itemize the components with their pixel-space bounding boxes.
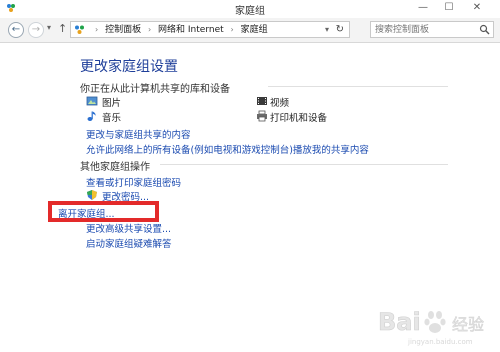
shared-item-music: 音乐 [102,113,122,124]
watermark-brand2: 经验 [452,315,484,334]
chevron-down-icon: ▾ [47,23,52,32]
section-divider [160,164,448,165]
address-dropdown-button[interactable]: ▾ [325,22,329,37]
up-button[interactable]: ↑ [58,22,67,35]
watermark-url: jingyan.baidu.com [407,338,473,346]
printer-icon [257,110,267,122]
breadcrumb-control-panel[interactable]: 控制面板 [105,25,141,35]
title-bar: 家庭组 — ☐ ✕ [0,0,500,17]
section-divider [268,86,448,87]
shield-icon [87,190,97,200]
breadcrumb-network-internet[interactable]: 网络和 Internet [158,25,224,35]
advanced-sharing-link[interactable]: 更改高级共享设置... [86,221,171,235]
music-icon [87,111,96,121]
search-input[interactable] [375,23,475,36]
minimize-button[interactable]: — [412,0,434,16]
pictures-icon [86,96,98,106]
recent-locations-button[interactable]: ▾ [47,23,51,32]
watermark-brand: Bai [378,308,421,336]
maximize-button[interactable]: ☐ [438,0,460,16]
address-bar[interactable]: › 控制面板 › 网络和 Internet › 家庭组 ▾ ↻ [70,21,350,38]
breadcrumb-separator: › [95,25,99,34]
shared-item-printers: 打印机和设备 [270,113,328,124]
forward-button[interactable]: → [28,22,44,38]
refresh-button[interactable]: ↻ [336,22,344,37]
breadcrumb-homegroup[interactable]: 家庭组 [241,25,268,35]
troubleshooter-link[interactable]: 启动家庭组疑难解答 [86,236,172,250]
page-title: 更改家庭组设置 [80,59,178,75]
arrow-up-icon: ↑ [58,22,68,35]
back-button[interactable]: ← [8,22,24,38]
view-print-password-link[interactable]: 查看或打印家庭组密码 [86,175,181,189]
search-box[interactable] [370,21,494,38]
sharing-section-header: 你正在从此计算机共享的库和设备 [80,84,230,95]
baidu-logo: Bai 经验 jingyan.baidu.com [378,308,485,346]
shared-item-videos: 视频 [270,98,290,109]
videos-icon [257,97,267,105]
highlight-box [48,201,159,222]
breadcrumb-separator: › [230,25,234,34]
refresh-icon: ↻ [335,24,344,35]
allow-media-streaming-link[interactable]: 允许此网络上的所有设备(例如电视和游戏控制台)播放我的共享内容 [86,142,369,156]
breadcrumb-separator: › [147,25,152,34]
change-shared-content-link[interactable]: 更改与家庭组共享的内容 [86,127,191,141]
chevron-down-icon: ▾ [324,25,329,34]
breadcrumb: › 控制面板 › 网络和 Internet › 家庭组 [91,22,268,38]
watermark: Bai 经验 jingyan.baidu.com [360,300,500,348]
control-panel-icon [75,25,84,34]
shared-item-pictures: 图片 [102,98,122,109]
actions-section-header: 其他家庭组操作 [80,162,150,173]
navigation-bar: ← → ▾ ↑ › 控制面板 › 网络和 Internet › 家庭组 ▾ ↻ [0,18,500,43]
search-icon[interactable] [479,24,490,35]
close-button[interactable]: ✕ [462,0,492,16]
arrow-right-icon: → [31,24,41,35]
arrow-left-icon: ← [11,24,21,35]
